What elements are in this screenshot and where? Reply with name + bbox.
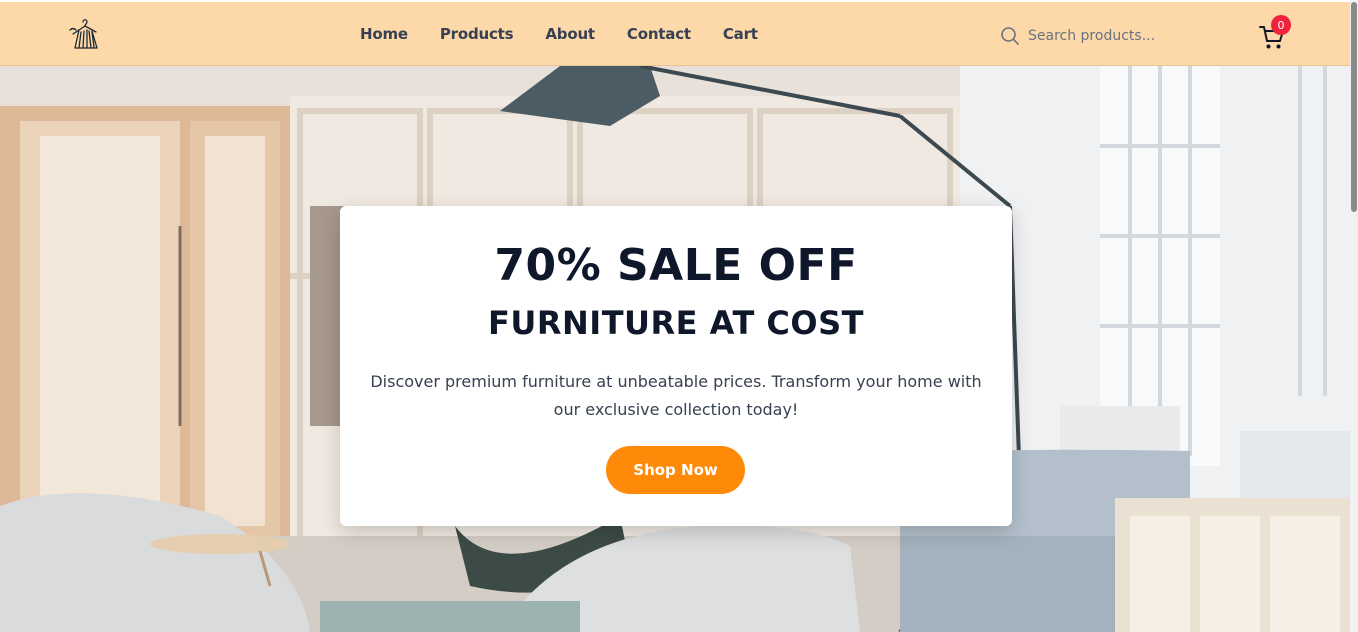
search-bar (1000, 22, 1200, 50)
promo-card: 70% SALE OFF FURNITURE AT COST Discover … (340, 206, 1012, 526)
promo-description: Discover premium furniture at unbeatable… (370, 372, 982, 419)
nav-link-about[interactable]: About (545, 25, 595, 43)
cart-count-badge: 0 (1271, 15, 1291, 35)
search-icon[interactable] (1000, 26, 1020, 46)
hanger-dress-logo-icon[interactable] (66, 16, 102, 52)
nav-link-home[interactable]: Home (360, 25, 408, 43)
scrollbar-thumb[interactable] (1351, 2, 1357, 212)
search-input[interactable] (1028, 28, 1198, 44)
page-scrollbar[interactable] (1350, 0, 1358, 632)
cart-button[interactable]: 0 (1259, 15, 1291, 52)
promo-subheadline: FURNITURE AT COST (488, 304, 864, 342)
shop-now-button[interactable]: Shop Now (606, 446, 745, 494)
nav-link-products[interactable]: Products (440, 25, 514, 43)
nav-link-cart[interactable]: Cart (723, 25, 758, 43)
site-header: Home Products About Contact Cart 0 (0, 0, 1350, 66)
main-nav: Home Products About Contact Cart (360, 2, 790, 66)
promo-headline: 70% SALE OFF (494, 240, 858, 291)
nav-link-contact[interactable]: Contact (627, 25, 691, 43)
